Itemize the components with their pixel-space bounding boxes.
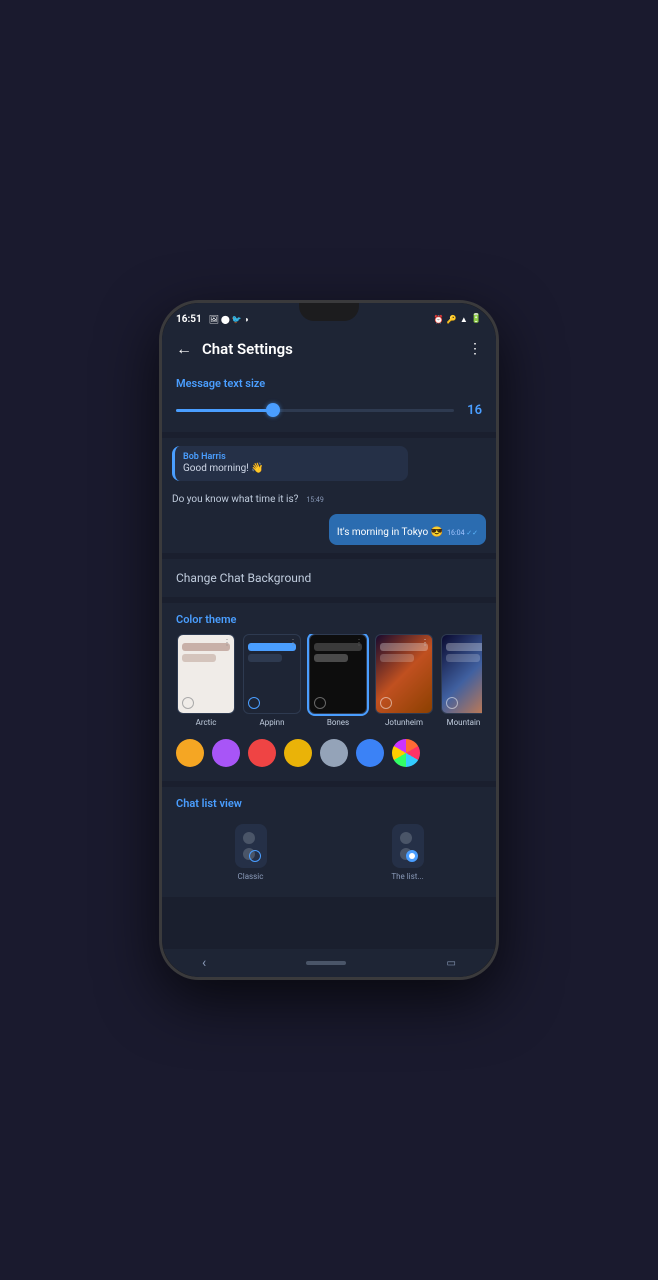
slider-value: 16 [462,403,482,418]
back-button[interactable]: ← [176,339,192,359]
change-background-label: Change Chat Background [176,571,311,585]
status-right-icons: ⏰ 🔑 ▲ 🔋 [434,314,482,324]
color-theme-section: Color theme ⋮ [162,603,496,781]
color-dot-orange[interactable] [176,739,204,767]
bones-thumb: ⋮ [309,634,367,714]
color-dot-yellow[interactable] [284,739,312,767]
chat-list-option-modern: The list... [333,824,482,881]
classic-option[interactable] [235,824,267,868]
theme-mountain[interactable]: ⋮ Mountain S... [440,634,482,727]
theme-arctic[interactable]: ⋮ Arctic [176,634,236,727]
sent-message-wrap: It's morning in Tokyo 😎 16:04 ✓✓ [172,514,486,545]
chat-list-option-classic: Classic [176,824,325,881]
chat-preview: Bob Harris Good morning! 👋 Do you know w… [162,438,496,553]
chat-list-view-label: Chat list view [176,797,482,810]
received-time: 15:49 [306,496,323,504]
status-time: 16:51 [176,314,202,325]
classic-radio[interactable] [249,850,261,862]
chat-list-view-section: Chat list view [162,787,496,897]
page-title: Chat Settings [202,340,458,358]
received-text2: Do you know what time it is? [172,494,298,505]
mountain-thumb: ⋮ [441,634,482,714]
arctic-menu[interactable]: ⋮ [223,638,231,647]
message-text-size-section: Message text size 16 [162,367,496,432]
slider-row: 16 [176,398,482,426]
color-dot-red[interactable] [248,739,276,767]
bones-label: Bones [327,718,349,727]
slider-thumb[interactable] [266,403,280,417]
modern-option[interactable] [392,824,424,868]
chat-list-options: Classic [176,818,482,887]
mountain-label: Mountain S... [447,718,482,727]
bones-menu[interactable]: ⋮ [355,638,363,647]
slider-track [176,409,454,412]
nav-recent-button[interactable]: ▭ [447,958,456,969]
nav-back-button[interactable]: ‹ [202,955,206,971]
change-background-button[interactable]: Change Chat Background [162,559,496,597]
color-dots-row [176,731,482,771]
jotunheim-thumb: ⋮ [375,634,433,714]
classic-label: Classic [238,868,264,881]
arctic-thumb: ⋮ [177,634,235,714]
received-text1: Good morning! 👋 [183,462,400,475]
theme-thumbnails: ⋮ Arctic [176,634,482,731]
theme-appinn[interactable]: ⋮ Appinn [242,634,302,727]
sent-time: 16:04 ✓✓ [447,529,478,537]
message-text-size-label: Message text size [176,377,482,390]
nav-home-pill[interactable] [306,961,346,965]
color-theme-label: Color theme [176,613,482,626]
sent-text: It's morning in Tokyo 😎 [337,527,443,538]
arctic-label: Arctic [196,718,217,727]
status-left-icons: 🖼 ⬤ 🐦 ◑ [209,315,249,324]
app-bar: ← Chat Settings ⋮ [162,331,496,367]
color-dot-gray[interactable] [320,739,348,767]
received-message-2: Do you know what time it is? 15:49 [172,485,486,510]
modern-radio[interactable] [406,850,418,862]
sent-message: It's morning in Tokyo 😎 16:04 ✓✓ [329,514,486,545]
modern-label: The list... [391,868,423,881]
jotunheim-label: Jotunheim [385,718,423,727]
main-content: Message text size 16 Bob Harris Good mor… [162,367,496,943]
received-message: Bob Harris Good morning! 👋 [172,446,408,481]
text-size-slider[interactable] [176,402,454,418]
message-sender: Bob Harris [183,452,400,462]
color-dot-purple[interactable] [212,739,240,767]
menu-button[interactable]: ⋮ [468,341,482,357]
appinn-thumb: ⋮ [243,634,301,714]
bottom-nav: ‹ ▭ [162,949,496,977]
appinn-menu[interactable]: ⋮ [289,638,297,647]
theme-bones[interactable]: ⋮ Bones [308,634,368,727]
color-dot-multi[interactable] [392,739,420,767]
theme-jotunheim[interactable]: ⋮ Jotunheim [374,634,434,727]
appinn-label: Appinn [260,718,285,727]
color-dot-blue[interactable] [356,739,384,767]
slider-fill [176,409,273,412]
jotunheim-menu[interactable]: ⋮ [421,638,429,647]
